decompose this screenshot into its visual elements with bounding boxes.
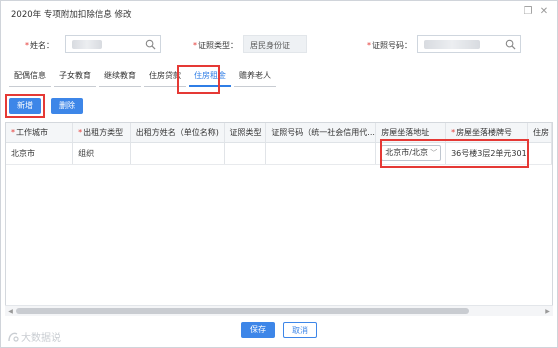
scrollbar-thumb[interactable] bbox=[16, 308, 469, 314]
deduction-dialog: 2020年 专项附加扣除信息 修改 ❐ ✕ *姓名： *证照类型： 居民身份证 … bbox=[0, 0, 558, 348]
tab-continuing-education[interactable]: 继续教育 bbox=[99, 69, 141, 87]
redacted-value bbox=[72, 40, 102, 49]
column-header[interactable]: 证照号码（统一社会信用代... bbox=[265, 123, 377, 143]
tab-spouse[interactable]: 配偶信息 bbox=[9, 69, 51, 87]
cell-id-type[interactable] bbox=[224, 142, 267, 165]
tab-elderly-support[interactable]: 赡养老人 bbox=[234, 69, 276, 87]
cell-city[interactable]: 北京市 bbox=[6, 142, 74, 165]
id-number-field[interactable] bbox=[417, 35, 521, 53]
column-header[interactable]: *出租方类型 bbox=[72, 123, 131, 143]
save-button[interactable]: 保存 bbox=[241, 322, 275, 338]
cell-extra[interactable] bbox=[527, 142, 552, 165]
id-type-field: 居民身份证 bbox=[243, 35, 307, 53]
watermark-text: 大数据说 bbox=[21, 333, 61, 344]
redacted-value bbox=[424, 40, 480, 49]
identity-row: *姓名： *证照类型： 居民身份证 *证照号码： bbox=[1, 35, 557, 55]
cell-id-number[interactable] bbox=[265, 142, 377, 165]
cell-lessor-name[interactable] bbox=[130, 142, 225, 165]
watermark-logo-icon bbox=[8, 332, 19, 342]
row-highlight-box bbox=[380, 139, 529, 168]
id-number-label: *证照号码： bbox=[367, 41, 412, 50]
column-header[interactable]: *工作城市 bbox=[6, 123, 74, 143]
scroll-left-icon[interactable]: ◀ bbox=[6, 307, 15, 316]
id-type-label: *证照类型： bbox=[193, 41, 238, 50]
deduction-tabs: 配偶信息 子女教育 继续教育 住房贷款 住房租金 赡养老人 bbox=[9, 69, 279, 87]
search-icon[interactable] bbox=[145, 39, 156, 50]
id-type-value: 居民身份证 bbox=[250, 41, 290, 50]
cell-lessor-type[interactable]: 组织 bbox=[72, 142, 131, 165]
title-bar: 2020年 专项附加扣除信息 修改 ❐ ✕ bbox=[1, 1, 557, 25]
tab-child-education[interactable]: 子女教育 bbox=[54, 69, 96, 87]
horizontal-scrollbar[interactable]: ◀ ▶ bbox=[5, 305, 553, 316]
restore-icon[interactable]: ❐ bbox=[523, 7, 533, 17]
tab-highlight-box bbox=[177, 65, 220, 94]
scroll-right-icon[interactable]: ▶ bbox=[543, 307, 552, 316]
delete-button[interactable]: 删除 bbox=[51, 98, 83, 114]
name-field[interactable] bbox=[65, 35, 161, 53]
watermark: 大数据说 bbox=[7, 329, 61, 344]
column-header[interactable]: 证照类型 bbox=[224, 123, 267, 143]
close-icon[interactable]: ✕ bbox=[539, 7, 549, 17]
name-label: *姓名： bbox=[25, 41, 54, 50]
dialog-title: 2020年 专项附加扣除信息 修改 bbox=[11, 10, 132, 20]
column-header[interactable]: 出租方姓名（单位名称) bbox=[130, 123, 225, 143]
search-icon[interactable] bbox=[505, 39, 516, 50]
column-header[interactable]: 住房 bbox=[527, 123, 552, 143]
add-highlight-box bbox=[5, 94, 45, 118]
cancel-button[interactable]: 取消 bbox=[283, 322, 317, 338]
